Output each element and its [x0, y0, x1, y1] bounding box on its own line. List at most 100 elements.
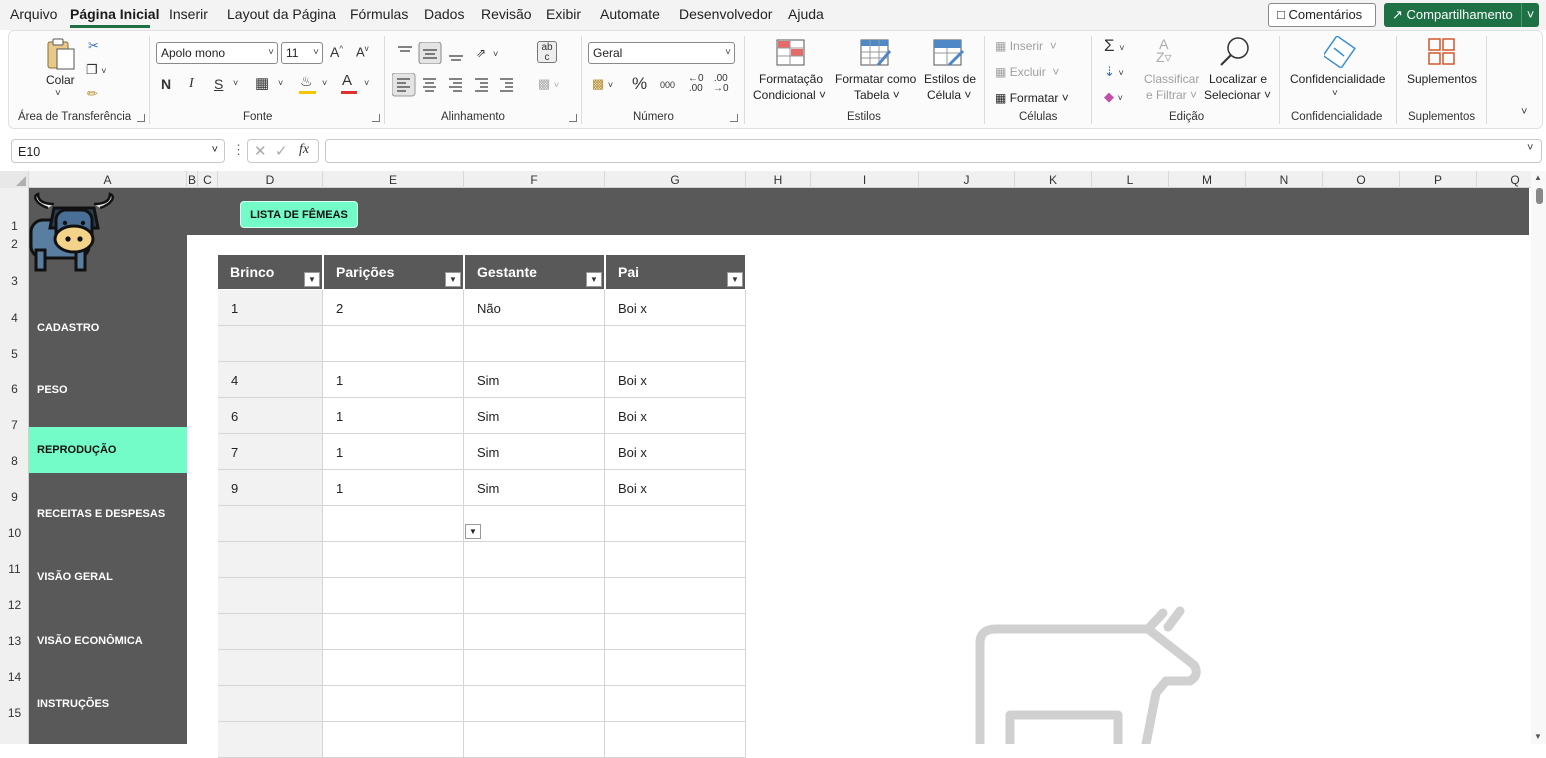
row-header[interactable]: 11 [0, 562, 29, 576]
table-cell[interactable] [464, 506, 605, 542]
menu-inserir[interactable]: Inserir [169, 6, 208, 22]
nav-item-reproducao[interactable]: REPRODUÇÃO [29, 427, 187, 473]
table-cell[interactable]: 2 [323, 290, 464, 326]
vertical-scrollbar[interactable]: ▲ ▼ [1531, 171, 1546, 744]
table-cell[interactable] [464, 578, 605, 614]
column-header-m[interactable]: M [1169, 171, 1246, 188]
table-cell[interactable] [464, 542, 605, 578]
row-header[interactable]: 14 [0, 670, 29, 684]
nav-item-instrucoes[interactable]: INSTRUÇÕES [29, 682, 187, 728]
table-cell[interactable] [605, 578, 746, 614]
column-header-f[interactable]: F [464, 171, 605, 188]
table-cell[interactable] [605, 722, 746, 758]
font-launcher-icon[interactable] [372, 114, 380, 122]
row-header[interactable]: 5 [0, 347, 29, 361]
column-header-l[interactable]: L [1092, 171, 1169, 188]
menu-formulas[interactable]: Fórmulas [350, 6, 408, 22]
column-header-e[interactable]: E [323, 171, 464, 188]
row-header[interactable]: 1 [0, 219, 29, 233]
insert-function-button[interactable]: fx [299, 142, 309, 158]
table-cell[interactable] [464, 686, 605, 722]
menu-desenvolvedor[interactable]: Desenvolvedor [679, 6, 772, 22]
cut-icon[interactable]: ✂ [88, 38, 99, 54]
menu-layout-pagina[interactable]: Layout da Página [227, 6, 336, 22]
menu-automate[interactable]: Automate [600, 6, 660, 22]
fill-icon[interactable]: ⇣ ˅ [1104, 64, 1124, 80]
percent-button[interactable]: % [632, 74, 647, 94]
nav-item-cadastro[interactable]: CADASTRO [29, 305, 187, 351]
table-cell[interactable]: 1 [218, 290, 323, 326]
chevron-down-icon[interactable]: ˅ [278, 78, 283, 88]
table-cell[interactable]: 6 [218, 398, 323, 434]
thousands-button[interactable]: 000 [660, 80, 675, 90]
column-header-b[interactable]: B [187, 171, 198, 188]
table-cell[interactable]: Não [464, 290, 605, 326]
font-size-dropdown[interactable]: 11 ˅ [281, 42, 323, 64]
chevron-down-icon[interactable]: ˅ [233, 78, 238, 88]
table-cell[interactable] [218, 542, 323, 578]
table-cell[interactable]: 1 [323, 470, 464, 506]
font-color-icon[interactable]: A [342, 72, 352, 89]
column-header-a[interactable]: A [29, 171, 187, 188]
table-cell[interactable] [464, 722, 605, 758]
check-icon[interactable]: ✓ [275, 142, 288, 160]
underline-button[interactable]: S [214, 76, 223, 92]
cancel-icon[interactable]: ✕ [254, 142, 267, 160]
row-header[interactable]: 4 [0, 311, 29, 325]
filter-dropdown-icon[interactable]: ▼ [727, 272, 743, 287]
column-header-h[interactable]: H [746, 171, 811, 188]
ribbon-collapse-icon[interactable]: ˅ [1521, 106, 1527, 118]
chevron-down-icon[interactable]: ˅ [1521, 3, 1539, 27]
nav-item-visao-economica[interactable]: VISÃO ECONÔMICA [29, 618, 187, 664]
format-cells-button[interactable]: ▦ Formatar ˅ [995, 91, 1069, 105]
column-header-n[interactable]: N [1246, 171, 1323, 188]
menu-dados[interactable]: Dados [424, 6, 464, 22]
column-header-o[interactable]: O [1323, 171, 1400, 188]
clear-icon[interactable]: ◆ ˅ [1104, 89, 1123, 105]
copy-icon[interactable]: ❐ ˅ [86, 62, 107, 78]
filter-dropdown-icon[interactable]: ▼ [304, 272, 320, 287]
clipboard-launcher-icon[interactable] [137, 114, 145, 122]
table-cell[interactable]: Sim [464, 470, 605, 506]
table-cell[interactable] [218, 650, 323, 686]
table-cell[interactable] [323, 326, 464, 362]
row-header[interactable]: 12 [0, 598, 29, 612]
column-header-c[interactable]: C [198, 171, 218, 188]
column-header-p[interactable]: P [1400, 171, 1477, 188]
table-cell[interactable] [605, 650, 746, 686]
number-launcher-icon[interactable] [730, 114, 738, 122]
column-header-i[interactable]: I [811, 171, 919, 188]
table-cell[interactable] [605, 686, 746, 722]
nav-item-peso[interactable]: PESO [29, 367, 187, 413]
formula-input[interactable] [325, 139, 1542, 163]
insert-cells-button[interactable]: ▦ Inserir ˅ [995, 39, 1057, 53]
row-header[interactable]: 2 [0, 237, 29, 251]
nav-item-visao-geral[interactable]: VISÃO GERAL [29, 554, 187, 600]
menu-exibir[interactable]: Exibir [546, 6, 581, 22]
table-cell[interactable]: 1 [323, 434, 464, 470]
decrease-decimal-icon[interactable]: .00 →0 [713, 74, 729, 94]
table-cell[interactable]: 1 [323, 398, 464, 434]
table-cell[interactable] [323, 722, 464, 758]
table-cell[interactable] [323, 506, 464, 542]
italic-button[interactable]: I [189, 76, 194, 92]
table-cell[interactable] [218, 614, 323, 650]
table-cell[interactable]: Boi x [605, 434, 746, 470]
table-cell[interactable] [218, 686, 323, 722]
table-cell[interactable] [464, 650, 605, 686]
scroll-up-icon[interactable]: ▲ [1534, 173, 1542, 182]
table-cell[interactable]: Sim [464, 362, 605, 398]
column-header-j[interactable]: J [919, 171, 1015, 188]
table-cell[interactable]: 7 [218, 434, 323, 470]
menu-arquivo[interactable]: Arquivo [10, 6, 57, 22]
horizontal-align-icons[interactable] [392, 73, 522, 97]
table-cell[interactable]: Boi x [605, 470, 746, 506]
font-name-dropdown[interactable]: Apolo mono ˅ [156, 42, 278, 64]
table-cell[interactable] [323, 614, 464, 650]
cell-dropdown-icon[interactable]: ▼ [465, 524, 481, 539]
shrink-font-icon[interactable]: Av [356, 44, 369, 59]
delete-cells-button[interactable]: ▦ Excluir ˅ [995, 65, 1059, 79]
merge-center-icon[interactable]: ▩ ˅ [538, 76, 559, 92]
borders-icon[interactable]: ▦ [255, 74, 269, 92]
table-cell[interactable]: Boi x [605, 362, 746, 398]
